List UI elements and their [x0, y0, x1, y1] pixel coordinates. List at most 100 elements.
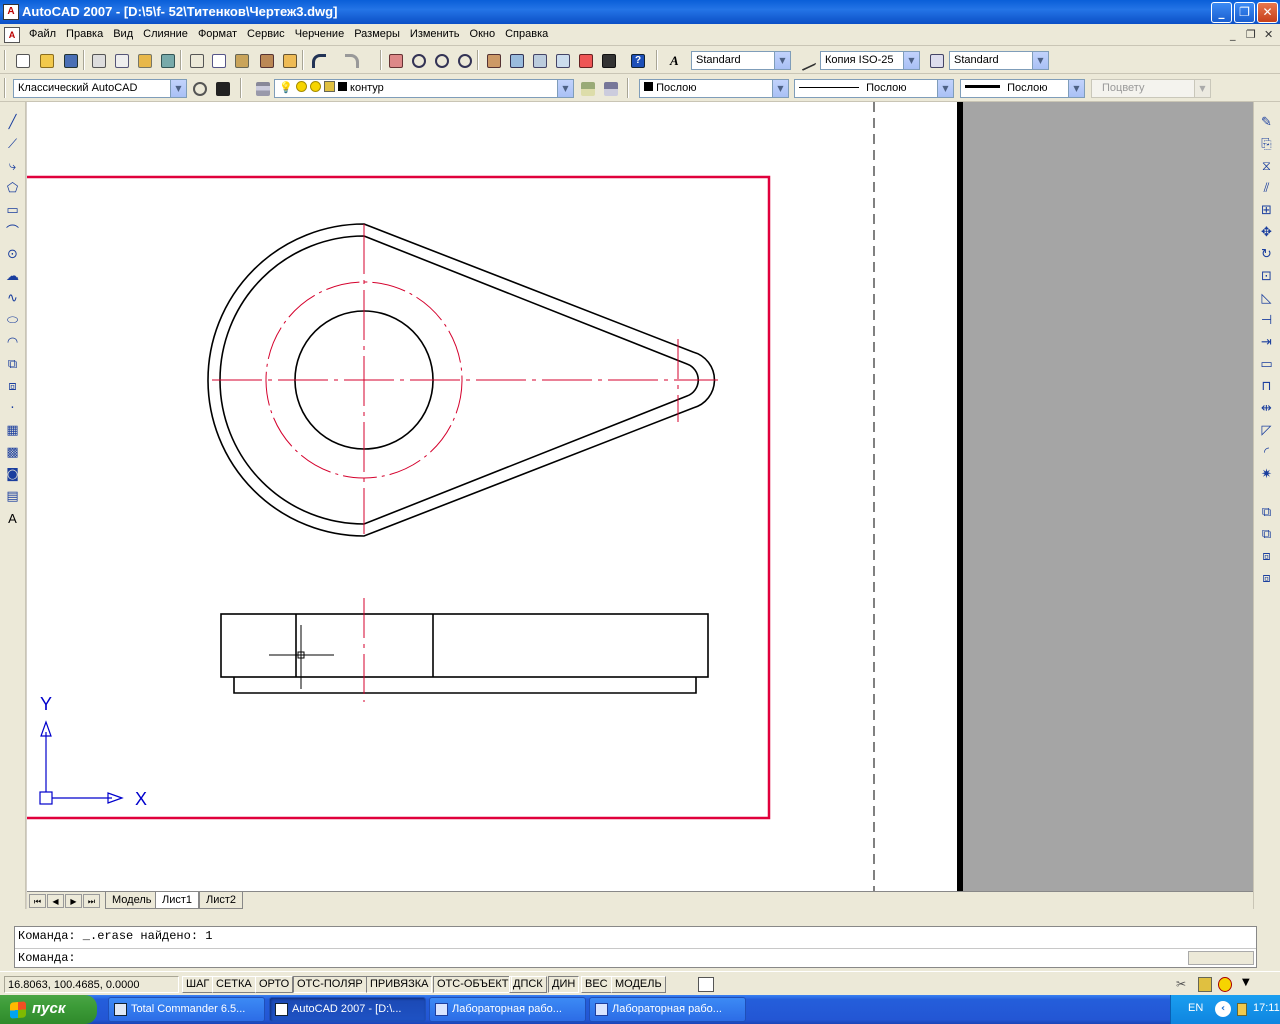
paste-icon[interactable]	[231, 50, 251, 70]
multiline-text-icon[interactable]: A	[4, 510, 21, 527]
chevron-down-icon[interactable]: ▼	[1032, 52, 1048, 69]
design-center-icon[interactable]	[506, 50, 526, 70]
language-indicator[interactable]: EN	[1188, 1002, 1203, 1014]
circle-icon[interactable]: ⊙	[4, 246, 21, 263]
copy-icon[interactable]	[208, 50, 228, 70]
text-style-icon[interactable]: A	[666, 50, 686, 70]
menu-edit[interactable]: Правка	[61, 28, 108, 40]
autocad-doc-icon[interactable]: A	[4, 27, 20, 43]
menu-draw[interactable]: Черчение	[290, 28, 350, 40]
ducs-toggle[interactable]: ДПСК	[509, 976, 547, 993]
help-icon[interactable]: ?	[627, 50, 647, 70]
annotation-alert-icon[interactable]	[1218, 977, 1232, 992]
layer-properties-icon[interactable]	[252, 78, 272, 98]
construction-line-icon[interactable]: ⟋	[4, 136, 21, 153]
zoom-window-icon[interactable]	[431, 50, 451, 70]
move-icon[interactable]: ✥	[1258, 224, 1275, 241]
menu-merge[interactable]: Слияние	[138, 28, 193, 40]
redo-icon[interactable]	[341, 50, 361, 70]
stretch-icon[interactable]: ◺	[1258, 290, 1275, 307]
explode-icon[interactable]: ✷	[1258, 466, 1275, 483]
layer-previous-icon[interactable]	[600, 78, 620, 98]
mdi-minimize-button[interactable]: _	[1230, 28, 1236, 41]
tray-expand-icon[interactable]: ‹	[1215, 1001, 1231, 1017]
region-icon[interactable]: ◙	[4, 466, 21, 483]
chevron-down-icon[interactable]: ▼	[772, 80, 788, 97]
line-icon[interactable]: ╱	[4, 114, 21, 131]
plot-icon[interactable]	[88, 50, 108, 70]
layer-select[interactable]: 💡 контур ▼	[274, 79, 574, 98]
fillet-icon[interactable]: ◜	[1258, 444, 1275, 461]
start-button[interactable]: пуск	[0, 995, 97, 1024]
spline-icon[interactable]: ∿	[4, 290, 21, 307]
calculator-icon[interactable]	[598, 50, 618, 70]
menu-tools[interactable]: Сервис	[242, 28, 290, 40]
3d-dwf-icon[interactable]	[157, 50, 177, 70]
offset-icon[interactable]: ⫽	[1258, 180, 1275, 197]
lwt-toggle[interactable]: ВЕС	[581, 976, 612, 993]
autocad-logo-icon[interactable]: A	[3, 4, 19, 20]
save-icon[interactable]	[60, 50, 80, 70]
next-tab-icon[interactable]: ▶	[65, 894, 82, 908]
menu-file[interactable]: Файл	[24, 28, 61, 40]
chevron-down-icon[interactable]: ▼	[937, 80, 953, 97]
polar-toggle[interactable]: ОТС-ПОЛЯР	[293, 976, 367, 993]
maximize-button[interactable]: ❐	[1234, 2, 1255, 23]
chevron-down-icon[interactable]: ▼	[903, 52, 919, 69]
extend-icon[interactable]: ⇥	[1258, 334, 1275, 351]
task-total-commander[interactable]: Total Commander 6.5...	[108, 997, 265, 1022]
lightbulb-icon[interactable]: 💡	[279, 82, 293, 94]
polygon-icon[interactable]: ⬠	[4, 180, 21, 197]
part-front-view[interactable]	[220, 613, 709, 694]
point-icon[interactable]: ·	[4, 400, 21, 417]
trim-icon[interactable]: ⊣	[1258, 312, 1275, 329]
make-block-icon[interactable]: ⧈	[4, 378, 21, 395]
publish-icon[interactable]	[134, 50, 154, 70]
break-at-point-icon[interactable]: ▭	[1258, 356, 1275, 373]
dim-style-select[interactable]: Копия ISO-25 ▼	[820, 51, 920, 70]
snap-toggle[interactable]: ШАГ	[182, 976, 214, 993]
revision-cloud-icon[interactable]: ☁	[4, 268, 21, 285]
arc-icon[interactable]: ⌒	[4, 224, 21, 241]
menu-dimension[interactable]: Размеры	[349, 28, 405, 40]
close-button[interactable]: ✕	[1257, 2, 1278, 23]
table-icon[interactable]: ▤	[4, 488, 21, 505]
array-icon[interactable]: ⊞	[1258, 202, 1275, 219]
coordinates-display[interactable]: 16.8063, 100.4685, 0.0000	[4, 976, 179, 993]
otrack-toggle[interactable]: ОТС-ОБЪЕКТ	[433, 976, 513, 993]
table-style-select[interactable]: Standard ▼	[949, 51, 1049, 70]
hatch-icon[interactable]: ▦	[4, 422, 21, 439]
match-properties-icon[interactable]	[256, 50, 276, 70]
toolbar-grip[interactable]	[4, 50, 6, 70]
sun-icon[interactable]	[295, 81, 307, 92]
dyn-toggle[interactable]: ДИН	[548, 976, 580, 993]
block-editor-icon[interactable]	[279, 50, 299, 70]
ellipse-icon[interactable]: ⬭	[4, 312, 21, 329]
chevron-down-icon[interactable]: ▼	[170, 80, 186, 97]
command-prompt[interactable]: Команда:	[18, 951, 76, 965]
task-autocad[interactable]: AutoCAD 2007 - [D:\...	[269, 997, 426, 1022]
dim-style-icon[interactable]	[798, 50, 818, 72]
osnap-toggle[interactable]: ПРИВЯЗКА	[366, 976, 433, 993]
customize-icon[interactable]	[212, 78, 232, 98]
workspace-select[interactable]: Классический AutoCAD ▼	[13, 79, 187, 98]
open-file-icon[interactable]	[36, 50, 56, 70]
command-window[interactable]: Команда: _.erase найдено: 1 Команда:	[14, 926, 1257, 968]
cut-icon[interactable]	[186, 50, 206, 70]
scale-icon[interactable]: ⊡	[1258, 268, 1275, 285]
tab-layout1[interactable]: Лист1	[155, 892, 200, 909]
rotate-icon[interactable]: ↻	[1258, 246, 1275, 263]
menu-format[interactable]: Формат	[193, 28, 242, 40]
properties-icon[interactable]	[483, 50, 503, 70]
chevron-down-icon[interactable]: ▼	[774, 52, 790, 69]
linetype-select[interactable]: Послою ▼	[794, 79, 954, 98]
communication-center-icon[interactable]: ✂	[1176, 977, 1192, 992]
chevron-down-icon[interactable]: ▼	[557, 80, 573, 97]
minimize-button[interactable]: _	[1211, 2, 1232, 23]
menu-window[interactable]: Окно	[465, 28, 501, 40]
front-view-body[interactable]	[220, 613, 709, 678]
clock[interactable]: 17:11	[1253, 1002, 1280, 1014]
table-style-icon[interactable]	[926, 50, 946, 70]
tray-app-icon[interactable]	[1237, 1003, 1247, 1016]
front-view-base[interactable]	[233, 677, 697, 694]
